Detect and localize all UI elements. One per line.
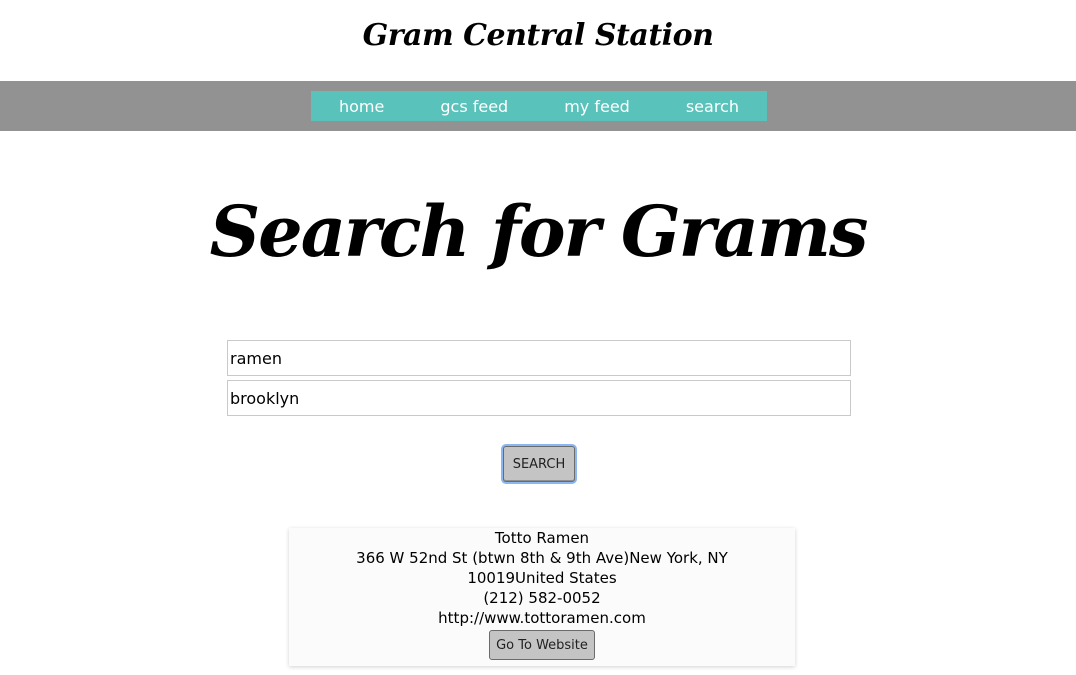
nav-link-my-feed[interactable]: my feed	[564, 97, 630, 116]
result-phone: (212) 582-0052	[483, 589, 601, 607]
search-term-input[interactable]	[227, 340, 851, 376]
nav-menu: home gcs feed my feed search	[311, 91, 767, 121]
page-heading: Search for Grams	[209, 190, 869, 273]
result-card: Totto Ramen 366 W 52nd St (btwn 8th & 9t…	[289, 528, 795, 666]
result-name: Totto Ramen	[494, 529, 590, 547]
nav-link-gcs-feed[interactable]: gcs feed	[440, 97, 508, 116]
result-website: http://www.tottoramen.com	[438, 609, 646, 627]
nav-link-search[interactable]: search	[686, 97, 739, 116]
nav-link-home[interactable]: home	[339, 97, 384, 116]
location-input[interactable]	[227, 380, 851, 416]
go-to-website-button[interactable]: Go To Website	[489, 630, 595, 660]
nav-bar: home gcs feed my feed search	[0, 81, 1076, 131]
search-button[interactable]: SEARCH	[503, 446, 575, 482]
result-address-line2: 10019United States	[467, 569, 617, 587]
result-address-line1: 366 W 52nd St (btwn 8th & 9th Ave)New Yo…	[356, 549, 728, 567]
site-title: Gram Central Station	[362, 18, 714, 53]
